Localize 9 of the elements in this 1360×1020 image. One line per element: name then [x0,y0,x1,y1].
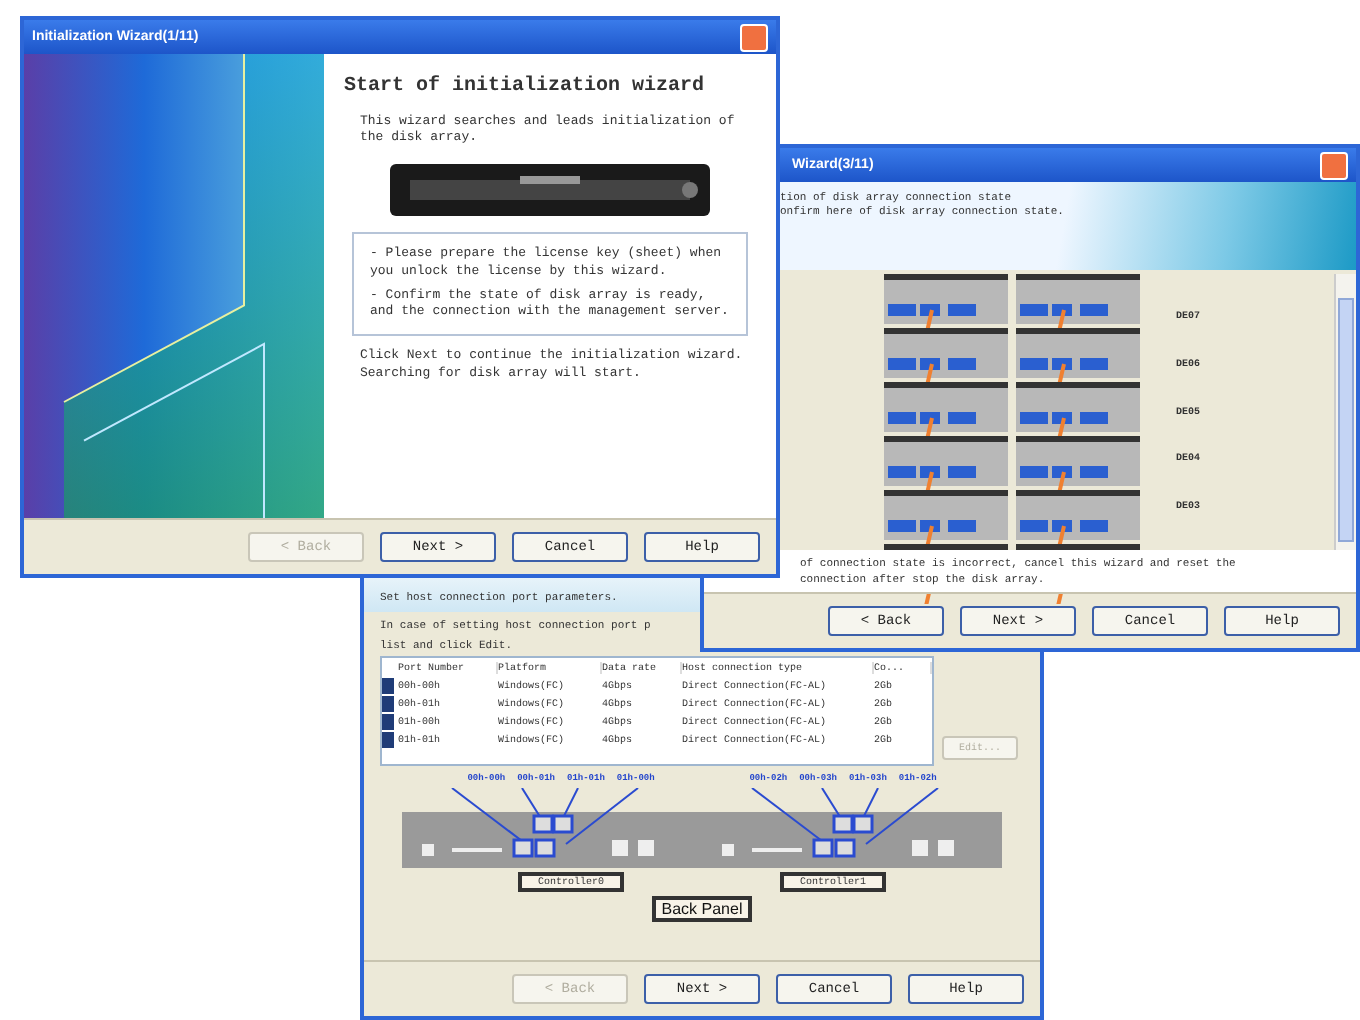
row-selector[interactable] [382,695,394,712]
panel-label: Back Panel [651,896,753,923]
wizard-heading: Start of initialization wizard [344,74,705,101]
row-selector[interactable] [382,731,394,748]
row-selector[interactable] [382,677,394,694]
close-icon[interactable] [1320,151,1348,179]
row-selector[interactable] [382,713,394,730]
close-icon[interactable] [740,23,768,51]
scrollbar[interactable] [1334,274,1356,551]
